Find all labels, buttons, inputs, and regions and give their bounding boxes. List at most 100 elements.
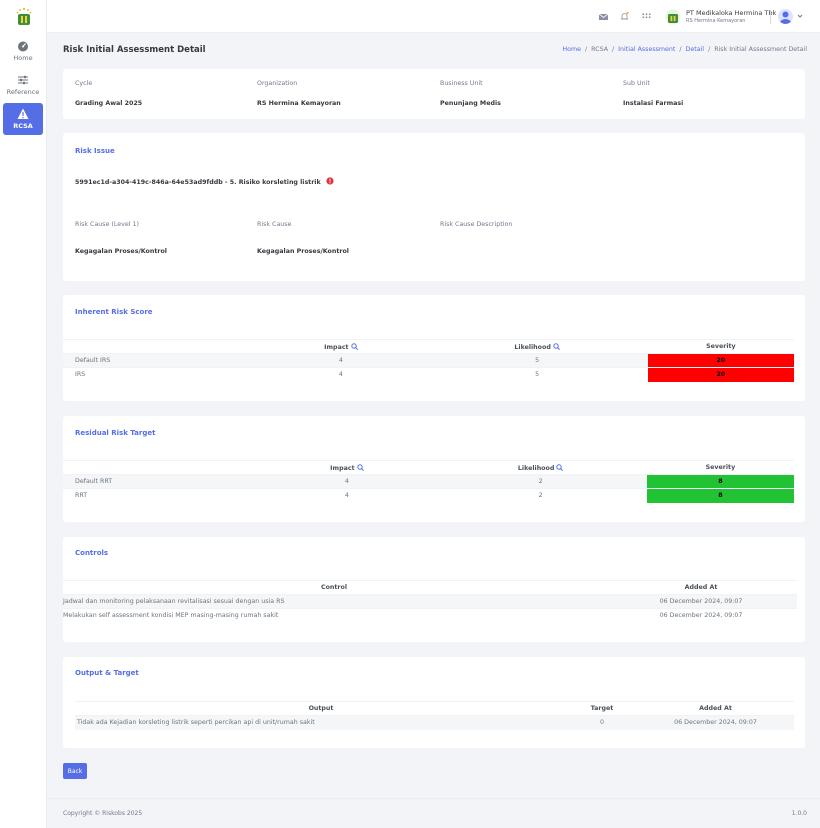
apps-grid-icon[interactable] xyxy=(641,11,652,22)
added-at-cell: 06 December 2024, 09:07 xyxy=(605,608,797,623)
hospital-logo-icon xyxy=(16,7,31,25)
added-at-cell: 06 December 2024, 09:07 xyxy=(637,715,794,730)
inherent-risk-title: Inherent Risk Score xyxy=(75,308,153,316)
likelihood-cell: 5 xyxy=(426,353,648,368)
controls-table: Control Added At Jadwal dan monitoring p… xyxy=(63,580,797,623)
sidebar-item-home[interactable]: Home xyxy=(3,35,43,67)
likelihood-header: Likelihood xyxy=(434,460,647,475)
table-header-empty xyxy=(63,339,256,354)
likelihood-cell: 5 xyxy=(426,367,648,382)
organization-name[interactable]: PT Medikaloka Hermina Tbk xyxy=(686,9,776,17)
severity-cell: 20 xyxy=(647,353,794,368)
footer: Copyright © Riskobs 2025 1.0.0 xyxy=(47,798,820,828)
sidebar-item-label: Home xyxy=(13,54,33,62)
badge-alert-icon xyxy=(326,177,334,185)
page-title: Risk Initial Assessment Detail xyxy=(63,45,206,55)
table-row: Tidak ada Kejadian korsleting listrik se… xyxy=(75,715,794,730)
added-at-cell: 06 December 2024, 09:07 xyxy=(605,594,797,609)
sidebar-item-label: Reference xyxy=(6,88,40,96)
row-name: IRS xyxy=(63,367,256,382)
output-target-card: Output & Target Output Target Added At T… xyxy=(63,657,805,748)
search-icon[interactable] xyxy=(553,342,560,350)
row-name: RRT xyxy=(63,488,260,503)
breadcrumb-detail[interactable]: Detail xyxy=(686,46,705,53)
warning-icon xyxy=(17,108,29,119)
breadcrumb-home[interactable]: Home xyxy=(562,46,581,53)
organization-logo-icon xyxy=(665,9,681,25)
severity-header: Severity xyxy=(646,460,794,475)
sliders-icon xyxy=(18,75,28,85)
search-icon[interactable] xyxy=(556,463,564,471)
chevron-down-icon[interactable] xyxy=(797,13,803,19)
version-text: 1.0.0 xyxy=(791,810,807,817)
assessment-info-card: Cycle Grading Awal 2025 Organization RS … xyxy=(63,69,805,119)
sub-unit-label: Sub Unit xyxy=(623,80,650,87)
search-icon[interactable] xyxy=(356,463,364,471)
business-unit-label: Business Unit xyxy=(440,80,483,87)
app-logo[interactable] xyxy=(0,0,47,33)
sub-unit-value: Instalasi Farmasi xyxy=(623,100,684,107)
search-icon[interactable] xyxy=(350,342,358,350)
row-name: Default RRT xyxy=(63,474,260,489)
organization-value: RS Hermina Kemayoran xyxy=(257,100,341,107)
mail-icon[interactable] xyxy=(598,11,609,22)
residual-risk-card: Residual Risk Target Impact Likelihood S… xyxy=(63,416,805,522)
risk-cause-description-label: Risk Cause Description xyxy=(440,221,513,228)
impact-header: Impact xyxy=(259,460,435,475)
sidebar: Home Reference RCSA xyxy=(0,0,47,828)
output-target-title: Output & Target xyxy=(75,669,139,677)
cycle-value: Grading Awal 2025 xyxy=(75,100,143,107)
sidebar-item-label: RCSA xyxy=(13,122,33,130)
bell-icon[interactable] xyxy=(619,11,630,22)
risk-cause-level1-label: Risk Cause (Level 1) xyxy=(75,221,139,228)
control-cell: Melakukan self assessment kondisi MEP ma… xyxy=(63,608,605,623)
output-header: Output xyxy=(75,701,567,716)
control-cell: Jadwal dan monitoring pelaksanaan revita… xyxy=(63,594,605,609)
user-avatar[interactable] xyxy=(778,9,793,24)
back-button[interactable]: Back xyxy=(63,763,87,779)
topbar-divider xyxy=(770,10,771,24)
severity-cell: 8 xyxy=(646,474,794,489)
target-header: Target xyxy=(567,701,637,716)
topbar: PT Medikaloka Hermina Tbk RS Hermina Kem… xyxy=(47,0,820,33)
sidebar-item-reference[interactable]: Reference xyxy=(3,69,43,101)
residual-risk-table: Impact Likelihood Severity Default RRT 4… xyxy=(63,460,794,503)
added-at-header: Added At xyxy=(637,701,794,716)
output-cell: Tidak ada Kejadian korsleting listrik se… xyxy=(75,715,567,730)
table-row: Default RRT 4 2 8 xyxy=(63,474,794,489)
table-row: Jadwal dan monitoring pelaksanaan revita… xyxy=(63,594,797,609)
row-name: Default IRS xyxy=(63,353,256,368)
breadcrumb: Home / RCSA / Initial Assessment / Detail / Risk… xyxy=(562,46,807,53)
impact-cell: 4 xyxy=(259,488,435,503)
table-header-empty xyxy=(63,460,260,475)
likelihood-cell: 2 xyxy=(434,474,647,489)
breadcrumb-rcsa: RCSA xyxy=(591,46,609,53)
severity-cell: 8 xyxy=(646,488,794,503)
severity-cell: 20 xyxy=(647,367,794,382)
risk-issue-value: 5991ec1d-a304-419c-846a-64e53ad9fddb - 5… xyxy=(75,177,334,186)
organization-label: Organization xyxy=(257,80,298,87)
copyright-text: Copyright © Riskobs 2025 xyxy=(63,810,143,817)
risk-cause-level1-value: Kegagalan Proses/Kontrol xyxy=(75,248,167,255)
breadcrumb-initial-assessment[interactable]: Initial Assessment xyxy=(618,46,675,53)
inherent-risk-table: Impact Likelihood Severity Default IRS 4… xyxy=(63,339,794,382)
target-cell: 0 xyxy=(567,715,637,730)
risk-cause-label: Risk Cause xyxy=(257,221,292,228)
added-at-header: Added At xyxy=(605,580,797,595)
residual-risk-title: Residual Risk Target xyxy=(75,429,156,437)
risk-issue-text: 5991ec1d-a304-419c-846a-64e53ad9fddb - 5… xyxy=(75,179,321,186)
cycle-label: Cycle xyxy=(75,80,93,87)
organization-unit: RS Hermina Kemayoran xyxy=(686,18,746,24)
output-table: Output Target Added At Tidak ada Kejadia… xyxy=(75,701,794,730)
impact-cell: 4 xyxy=(259,474,435,489)
likelihood-cell: 2 xyxy=(434,488,647,503)
table-row: RRT 4 2 8 xyxy=(63,488,794,503)
severity-header: Severity xyxy=(647,339,794,354)
sidebar-item-rcsa[interactable]: RCSA xyxy=(3,103,43,135)
impact-header: Impact xyxy=(255,339,427,354)
breadcrumb-current: Risk Initial Assessment Detail xyxy=(714,46,807,53)
risk-cause-value: Kegagalan Proses/Kontrol xyxy=(257,248,349,255)
control-header: Control xyxy=(63,580,605,595)
table-row: Melakukan self assessment kondisi MEP ma… xyxy=(63,608,797,623)
table-row: Default IRS 4 5 20 xyxy=(63,353,794,368)
